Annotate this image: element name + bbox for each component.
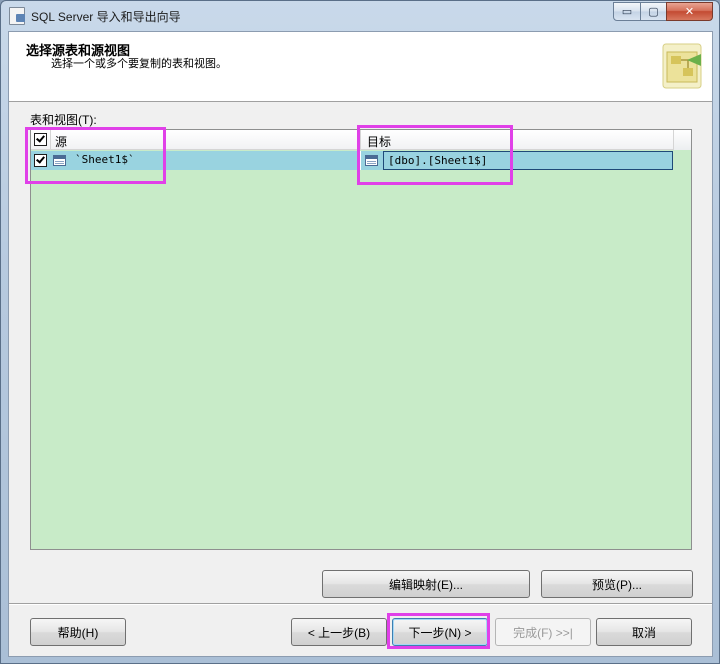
table-row[interactable]: `Sheet1$` [dbo].[Sheet1$] [31, 151, 673, 170]
wizard-body: 选择源表和源视图 选择一个或多个要复制的表和视图。 表和视图(T): 源 目标 … [8, 31, 713, 657]
target-table-dropdown[interactable]: [dbo].[Sheet1$] [383, 151, 673, 170]
source-table-name: `Sheet1$` [75, 153, 135, 166]
wizard-window: SQL Server 导入和导出向导 ▭ ▢ ✕ 选择源表和源视图 选择一个或多… [0, 0, 720, 664]
target-cell[interactable]: [dbo].[Sheet1$] [361, 151, 673, 170]
checkmark-icon [36, 133, 45, 143]
source-cell[interactable]: `Sheet1$` [51, 151, 361, 170]
finish-button: 完成(F) >>| [495, 618, 591, 646]
app-icon [9, 7, 25, 25]
maximize-button[interactable]: ▢ [640, 2, 667, 21]
table-icon [53, 155, 66, 166]
minimize-button[interactable]: ▭ [613, 2, 641, 21]
column-header-target[interactable]: 目标 [361, 130, 673, 150]
row-checkbox[interactable] [34, 154, 47, 167]
cancel-button[interactable]: 取消 [596, 618, 692, 646]
minimize-icon: ▭ [621, 5, 633, 18]
tables-grid[interactable]: 源 目标 `Sheet1$` [dbo].[Sheet1$] [30, 129, 692, 550]
preview-button[interactable]: 预览(P)... [541, 570, 693, 598]
checkmark-icon [36, 154, 45, 164]
close-button[interactable]: ✕ [666, 2, 713, 21]
target-table-name: [dbo].[Sheet1$] [388, 154, 488, 167]
column-header-source[interactable]: 源 [51, 130, 361, 150]
scrollbar-corner [673, 130, 691, 150]
tables-views-label: 表和视图(T): [30, 113, 97, 127]
window-title: SQL Server 导入和导出向导 [31, 10, 181, 24]
edit-mappings-button[interactable]: 编辑映射(E)... [322, 570, 530, 598]
wizard-header: 选择源表和源视图 选择一个或多个要复制的表和视图。 [9, 32, 712, 102]
select-all-checkbox[interactable] [34, 133, 47, 146]
page-subtitle: 选择一个或多个要复制的表和视图。 [51, 58, 227, 70]
maximize-icon: ▢ [648, 5, 659, 18]
header-checkbox-cell [31, 130, 51, 150]
title-bar[interactable]: SQL Server 导入和导出向导 ▭ ▢ ✕ [1, 1, 719, 31]
wizard-graphic-icon [662, 43, 702, 89]
destination-table-icon [365, 155, 378, 166]
grid-header: 源 目标 [31, 130, 673, 150]
back-button[interactable]: < 上一步(B) [291, 618, 387, 646]
help-button[interactable]: 帮助(H) [30, 618, 126, 646]
close-icon: ✕ [684, 5, 695, 18]
footer-divider [9, 603, 712, 605]
next-button[interactable]: 下一步(N) > [392, 618, 488, 646]
